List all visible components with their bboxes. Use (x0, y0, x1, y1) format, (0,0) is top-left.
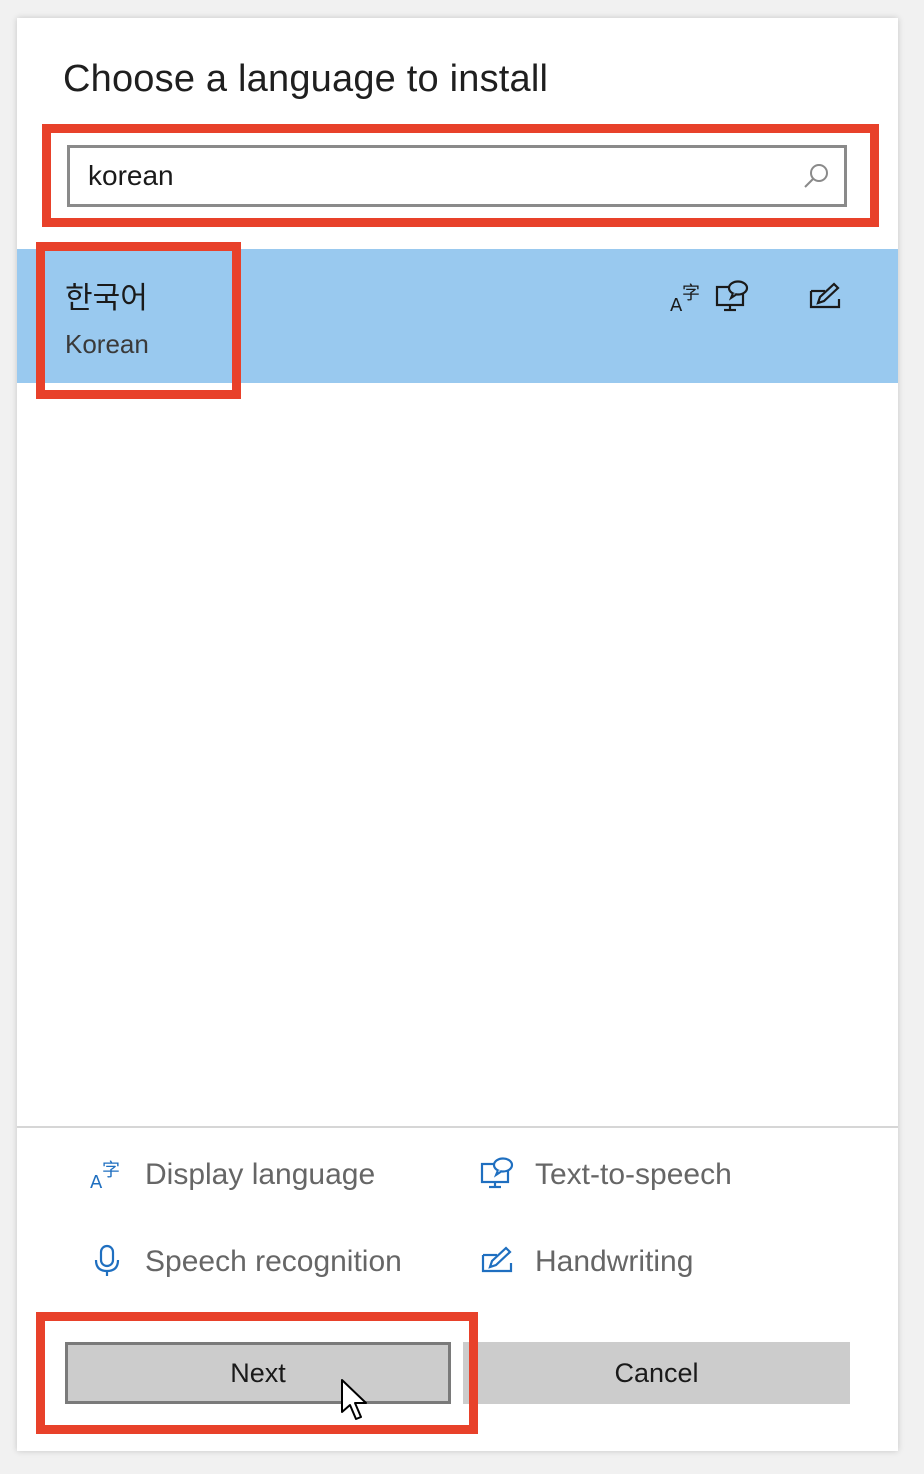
language-list-item-korean[interactable]: 한국어 Korean A 字 (17, 249, 898, 383)
mouse-cursor-icon (341, 1379, 367, 1420)
dialog-title: Choose a language to install (63, 58, 549, 100)
text-to-speech-icon (715, 280, 749, 312)
divider (17, 1126, 898, 1128)
handwriting-icon (481, 1246, 513, 1273)
text-to-speech-icon (480, 1157, 514, 1189)
cancel-button[interactable]: Cancel (463, 1342, 850, 1404)
language-native-name: 한국어 (65, 281, 148, 316)
legend-label: Display language (145, 1158, 376, 1191)
legend-label: Handwriting (535, 1245, 694, 1278)
search-icon[interactable] (802, 162, 830, 190)
language-english-name: Korean (65, 329, 149, 359)
display-language-icon: A 字 (670, 283, 700, 315)
legend-label: Text-to-speech (535, 1158, 732, 1191)
microphone-icon (94, 1244, 120, 1276)
display-language-icon: A 字 (90, 1160, 120, 1192)
legend-label: Speech recognition (145, 1245, 402, 1278)
search-box[interactable] (67, 145, 847, 207)
svg-text:字: 字 (102, 1160, 120, 1181)
handwriting-icon (809, 282, 841, 309)
svg-text:字: 字 (682, 283, 700, 304)
search-input[interactable] (88, 148, 788, 204)
next-button[interactable]: Next (65, 1342, 451, 1404)
language-install-dialog: Choose a language to install 한국어 Korean … (17, 18, 898, 1451)
